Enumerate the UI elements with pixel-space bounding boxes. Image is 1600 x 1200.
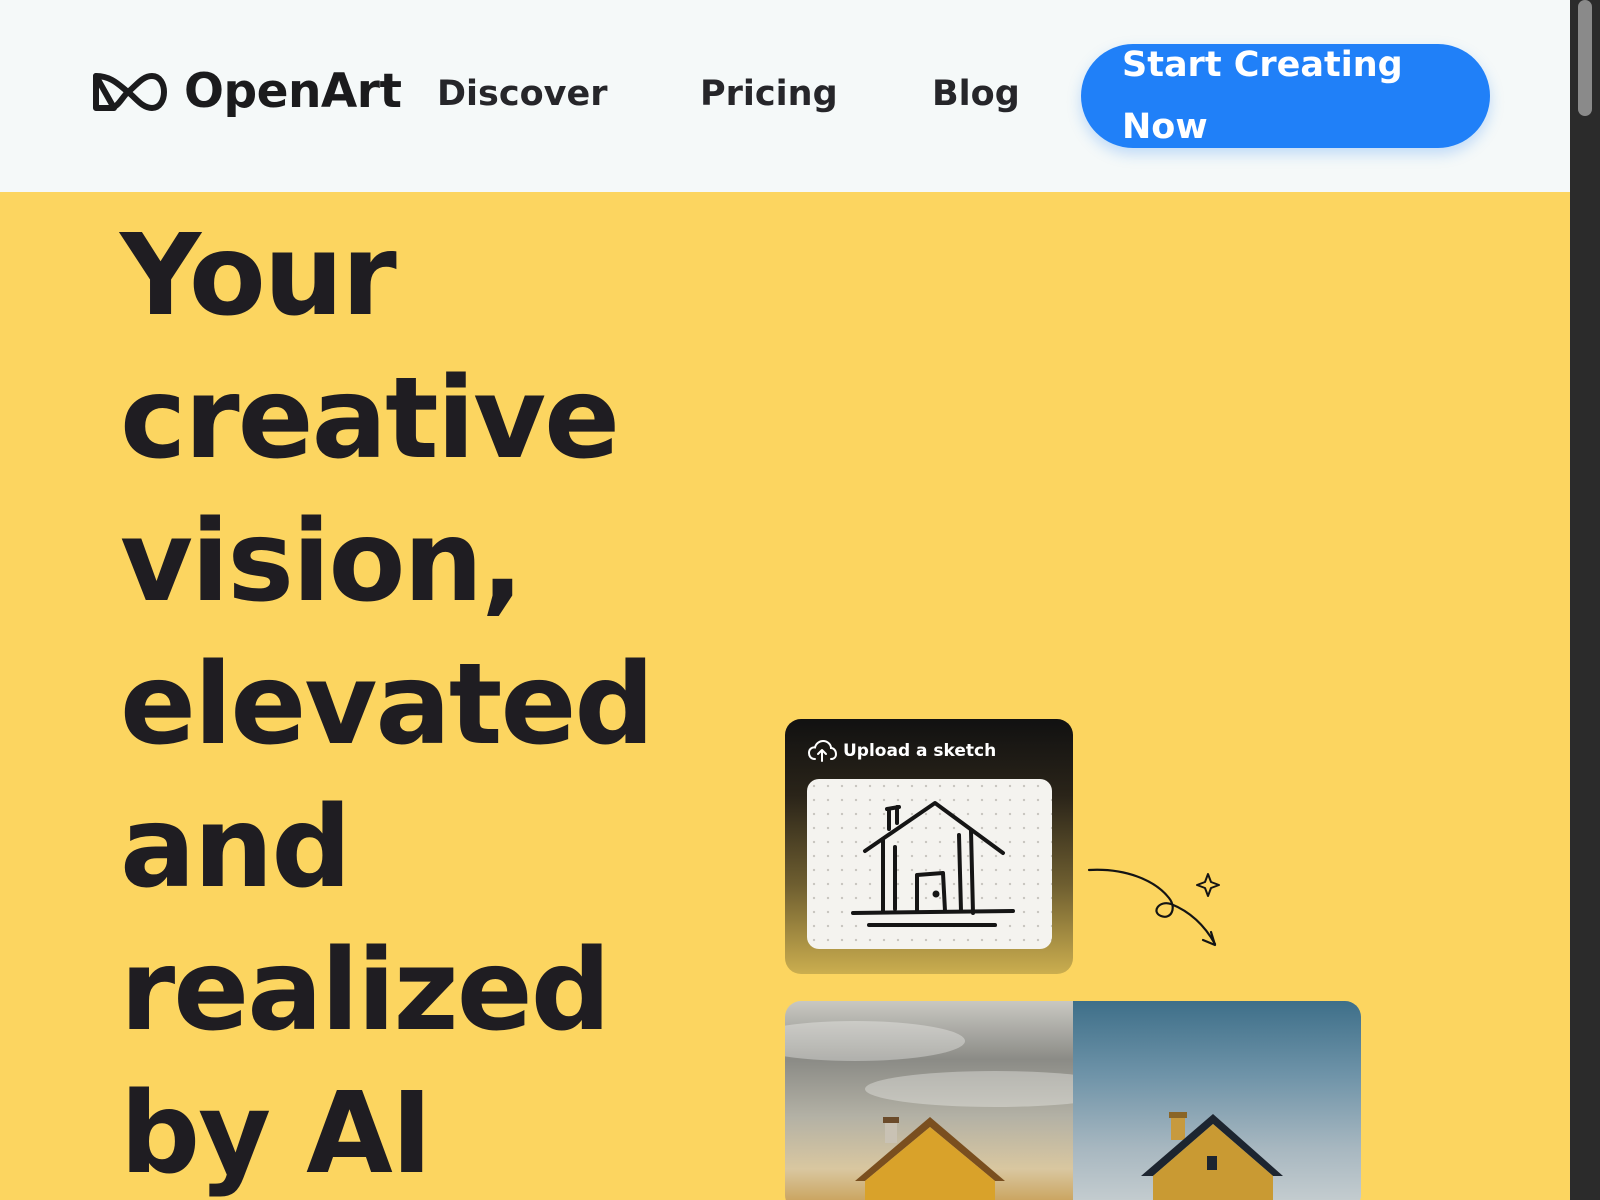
sketch-preview (807, 779, 1052, 949)
yellow-house-image (1141, 1112, 1283, 1200)
start-creating-label: Start Creating Now (1122, 45, 1403, 147)
generated-house-image-2[interactable] (1073, 1001, 1361, 1200)
nav-blog-link[interactable]: Blog (932, 72, 1020, 116)
site-header: OpenArt Discover Pricing Blog Start Crea… (0, 0, 1570, 192)
start-creating-button[interactable]: Start Creating Now (1081, 44, 1490, 148)
generated-images-strip (785, 1001, 1361, 1200)
nav-discover-link[interactable]: Discover (437, 72, 608, 116)
brand-name: OpenArt (184, 64, 402, 119)
cloud-streak (785, 1021, 965, 1061)
yellow-house-image (855, 1117, 1005, 1200)
sketch-card-label: Upload a sketch (843, 741, 997, 761)
curved-arrow-doodle (1087, 868, 1220, 947)
sketch-card-header: Upload a sketch (807, 739, 996, 763)
cloud-upload-icon (807, 739, 837, 762)
scrollbar-thumb[interactable] (1578, 0, 1592, 116)
hero-headline: Your creative vision, elevated and reali… (120, 211, 655, 1199)
brand-logo-link[interactable]: OpenArt (90, 64, 402, 119)
cloud-streak (865, 1071, 1073, 1107)
nav-pricing-link[interactable]: Pricing (700, 72, 838, 116)
generated-house-image-1[interactable] (785, 1001, 1073, 1200)
sparkle-icon (1196, 873, 1220, 897)
page-viewport: OpenArt Discover Pricing Blog Start Crea… (0, 0, 1570, 1200)
page-scrollbar[interactable] (1570, 0, 1600, 1200)
infinity-logo-icon (93, 72, 168, 111)
house-sketch-drawing (851, 801, 1015, 927)
sketch-upload-card[interactable]: Upload a sketch (785, 719, 1073, 974)
